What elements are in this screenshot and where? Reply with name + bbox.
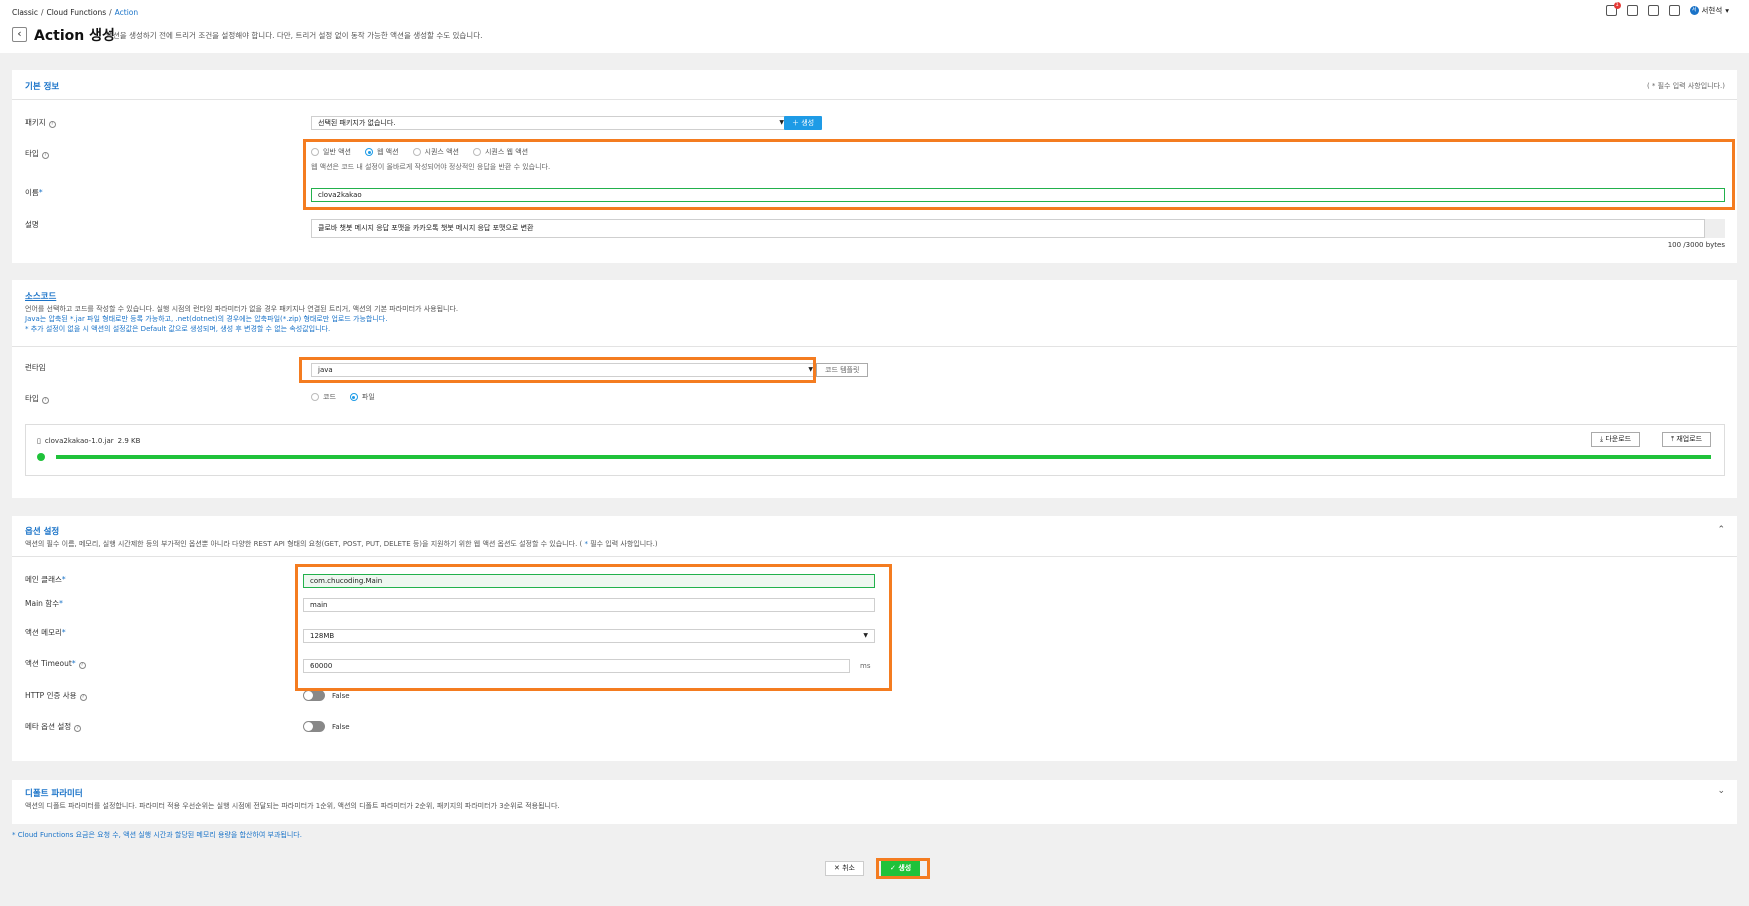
divider (12, 346, 1737, 347)
runtime-label: 런타임 (25, 363, 46, 372)
code-template-button[interactable]: 코드 템플릿 (816, 363, 869, 377)
file-name: clova2kakao-1.0.jar (44, 437, 114, 445)
help-icon: ? (48, 121, 56, 128)
description-textarea[interactable]: 클로바 챗봇 메시지 응답 포맷을 카카오톡 챗봇 메시지 응답 포맷으로 변환 (311, 219, 1725, 238)
upload-progress-bar (56, 455, 1711, 459)
edit-icon[interactable] (1647, 5, 1659, 16)
memory-label: 액션 메모리* (25, 628, 66, 637)
download-icon: ⤓ (1600, 435, 1604, 443)
http-auth-value: False (332, 692, 350, 700)
check-circle-icon (37, 453, 45, 461)
notification-badge: 1 (1613, 2, 1621, 9)
divider (12, 556, 1737, 557)
options-description: 액션의 필수 이름, 메모리, 실행 시간제한 등의 부가적인 옵션뿐 아니라 … (25, 540, 658, 548)
avatar: 서 (1689, 6, 1699, 15)
package-select[interactable]: 선택된 패키지가 없습니다. ▼ (311, 116, 791, 130)
meta-option-toggle[interactable] (303, 721, 325, 732)
breadcrumb-classic[interactable]: Classic (12, 8, 38, 17)
chevron-down-icon[interactable]: ⌄ (1717, 786, 1725, 796)
package-label: 패키지? (25, 117, 56, 128)
chat-icon[interactable] (1626, 5, 1638, 16)
source-desc-3: * 추가 설정이 없을 시 액션의 설정값은 Default 값으로 생성되며,… (25, 325, 331, 333)
default-params-description: 액션의 디폴트 파라미터를 설정합니다. 파라미터 적용 우선순위는 실행 시점… (25, 802, 560, 810)
file-upload-box: ▯ clova2kakao-1.0.jar 2.9 KB ⤓ 다운로드 ⤒ 재업… (25, 424, 1725, 476)
source-code-panel: 소스코드 언어를 선택하고 코드를 작성할 수 있습니다. 실행 시점의 런타임… (12, 280, 1737, 498)
breadcrumb: Classic / Cloud Functions / Action (12, 8, 139, 17)
caret-down-icon: ▾ (1725, 6, 1729, 15)
download-button[interactable]: ⤓ 다운로드 (1591, 432, 1641, 447)
radio-code[interactable]: 코드 (311, 392, 336, 402)
type-label: 타입? (25, 148, 49, 159)
main-class-label: 메인 클래스* (25, 575, 66, 584)
file-info: ▯ clova2kakao-1.0.jar 2.9 KB (37, 437, 140, 445)
http-auth-label: HTTP 인증 사용? (25, 690, 87, 701)
default-params-title: 디폴트 파라미터 (25, 789, 83, 799)
top-bar: Classic / Cloud Functions / Action ‹ Action … (0, 0, 1749, 53)
reupload-button[interactable]: ⤒ 재업로드 (1662, 432, 1712, 447)
user-name: 서현석 (1701, 6, 1723, 15)
pricing-footnote: * Cloud Functions 요금은 요청 수, 액션 실행 시간과 할당… (12, 831, 302, 839)
meta-option-value: False (332, 723, 350, 731)
source-desc-2: Java는 압축된 *.jar 파일 형태로만 등록 가능하고, .net(do… (25, 315, 388, 323)
help-icon: ? (74, 725, 82, 732)
help-icon: ? (79, 694, 87, 701)
http-auth-toggle[interactable] (303, 690, 325, 701)
byte-count: 100 /3000 bytes (1667, 241, 1725, 249)
timeout-label: 액션 Timeout*? (25, 658, 86, 669)
source-type-radios: 코드 파일 (311, 392, 375, 402)
divider (12, 99, 1737, 100)
breadcrumb-cloud-functions[interactable]: Cloud Functions (46, 8, 106, 17)
package-create-button[interactable]: ＋ 생성 (784, 116, 823, 130)
help-icon: ? (78, 662, 86, 669)
basic-info-title: 기본 정보 (25, 82, 60, 92)
highlight-runtime (299, 357, 816, 383)
plus-icon: ＋ (792, 119, 799, 127)
highlight-create-button (876, 858, 930, 879)
meta-option-label: 메타 옵션 설정? (25, 721, 82, 732)
highlight-type-name (303, 139, 1735, 210)
chevron-up-icon[interactable]: ⌃ (1717, 525, 1725, 535)
top-icons: 1 서 서현석 ▾ (1605, 2, 1729, 16)
help-icon: ? (41, 152, 49, 159)
required-note: ( * 필수 입력 사항입니다.) (1646, 82, 1725, 90)
cancel-button[interactable]: ✕ 취소 (825, 861, 864, 876)
options-title: 옵션 설정 (25, 527, 60, 537)
upload-icon: ⤒ (1671, 435, 1675, 443)
description-label: 설명 (25, 220, 39, 229)
file-icon: ▯ (37, 437, 41, 445)
name-label: 이름* (25, 188, 43, 197)
pencil-icon[interactable] (1704, 219, 1725, 238)
source-code-title: 소스코드 (25, 292, 57, 302)
help-icon: ? (41, 397, 49, 404)
page-description: 액션을 생성하기 전에 트리거 조건을 설정해야 합니다. 다만, 트리거 설정… (106, 31, 483, 40)
user-menu[interactable]: 서 서현석 ▾ (1689, 5, 1729, 16)
page-title: Action 생성 (34, 28, 115, 44)
close-icon: ✕ (834, 864, 840, 872)
notification-icon[interactable]: 1 (1605, 2, 1621, 16)
source-type-label: 타입? (25, 393, 49, 404)
source-desc-1: 언어를 선택하고 코드를 작성할 수 있습니다. 실행 시점의 런타임 파라미터… (25, 305, 459, 313)
radio-file[interactable]: 파일 (349, 392, 375, 402)
main-method-label: Main 함수* (25, 599, 63, 608)
file-size: 2.9 KB (117, 437, 141, 445)
default-params-panel: 디폴트 파라미터 ⌄ 액션의 디폴트 파라미터를 설정합니다. 파라미터 적용 … (12, 780, 1737, 824)
breadcrumb-action[interactable]: Action (115, 8, 139, 17)
save-icon[interactable] (1668, 5, 1680, 16)
back-button[interactable]: ‹ (12, 27, 27, 42)
chevron-left-icon: ‹ (17, 27, 22, 40)
highlight-options (295, 564, 892, 691)
